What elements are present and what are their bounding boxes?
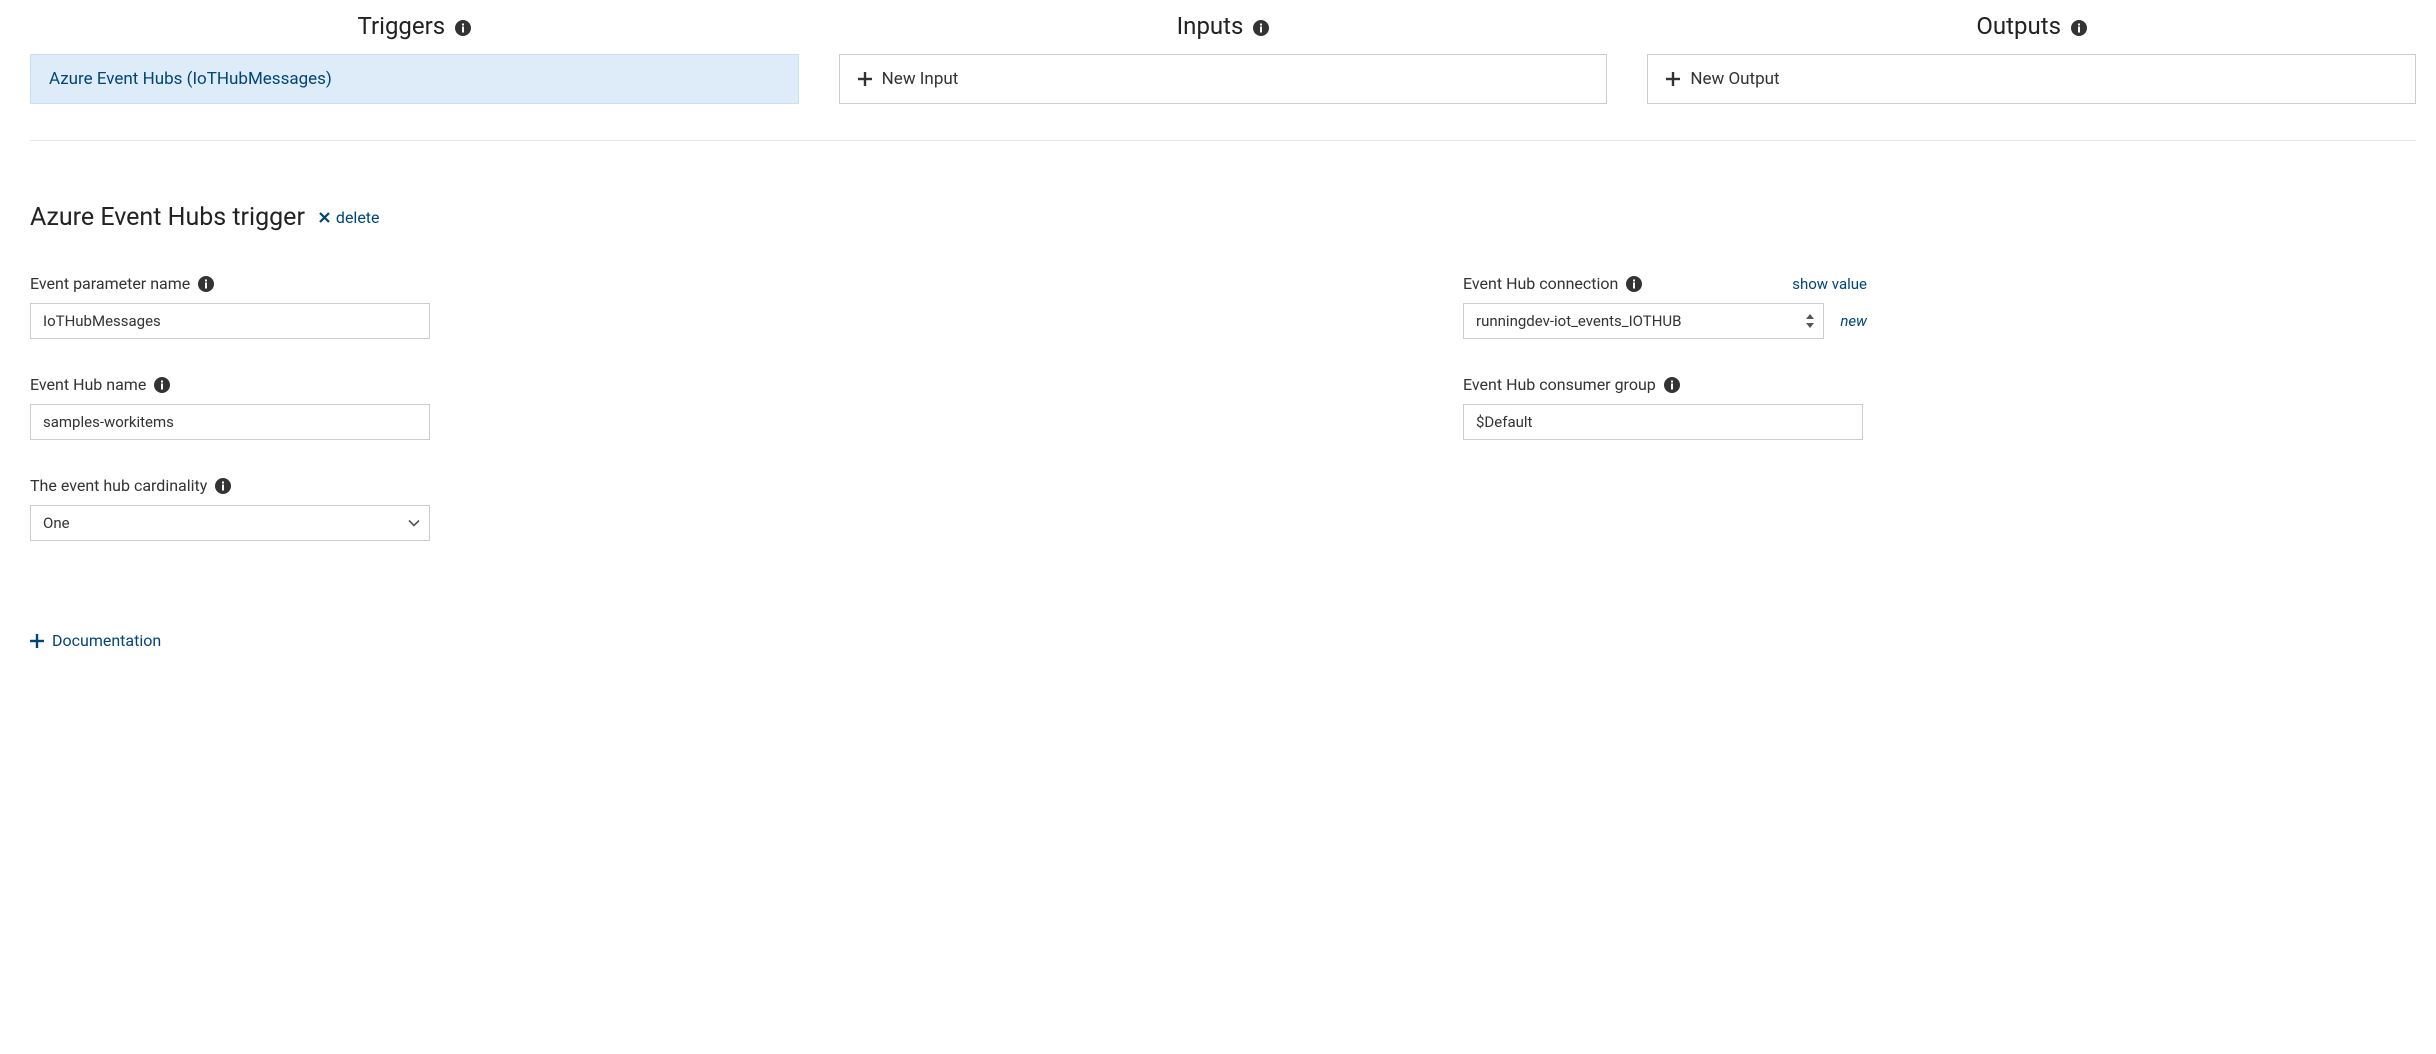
inputs-header: Inputs xyxy=(839,12,1608,40)
show-value-link[interactable]: show value xyxy=(1792,275,1867,293)
new-output-label: New Output xyxy=(1690,69,1779,89)
plus-icon xyxy=(858,72,872,86)
field-consumer-group: Event Hub consumer group xyxy=(1463,375,1863,440)
new-input-button[interactable]: New Input xyxy=(839,54,1608,104)
new-connection-link[interactable]: new xyxy=(1840,312,1867,330)
consumer-group-input[interactable] xyxy=(1463,404,1863,440)
detail-title-row: Azure Event Hubs trigger delete xyxy=(30,203,2416,232)
delete-label: delete xyxy=(336,208,380,227)
hub-name-label: Event Hub name xyxy=(30,375,170,394)
outputs-title: Outputs xyxy=(1976,12,2061,40)
new-input-label: New Input xyxy=(882,69,959,89)
param-name-label: Event parameter name xyxy=(30,274,214,293)
connection-select[interactable]: runningdev-iot_events_IOTHUB xyxy=(1463,303,1824,339)
field-connection: Event Hub connection show value runningd… xyxy=(1463,274,1867,339)
info-icon[interactable] xyxy=(1253,20,1269,36)
plus-icon xyxy=(30,634,44,648)
documentation-row: Documentation xyxy=(30,631,2416,672)
trigger-item-label: Azure Event Hubs (IoTHubMessages) xyxy=(49,69,332,89)
info-icon[interactable] xyxy=(215,478,231,494)
inputs-title: Inputs xyxy=(1177,12,1244,40)
plus-icon xyxy=(1666,72,1680,86)
consumer-group-label: Event Hub consumer group xyxy=(1463,375,1680,394)
field-cardinality: The event hub cardinality One xyxy=(30,476,430,541)
info-icon[interactable] xyxy=(455,20,471,36)
documentation-label: Documentation xyxy=(52,631,161,650)
detail-title: Azure Event Hubs trigger xyxy=(30,203,305,232)
field-param-name: Event parameter name xyxy=(30,274,430,339)
new-output-button[interactable]: New Output xyxy=(1647,54,2416,104)
documentation-toggle[interactable]: Documentation xyxy=(30,631,161,650)
inputs-column: Inputs New Input xyxy=(839,12,1608,104)
info-icon[interactable] xyxy=(1626,276,1642,292)
outputs-header: Outputs xyxy=(1647,12,2416,40)
connection-label: Event Hub connection xyxy=(1463,274,1642,293)
info-icon[interactable] xyxy=(154,377,170,393)
outputs-column: Outputs New Output xyxy=(1647,12,2416,104)
close-icon xyxy=(319,208,330,227)
trigger-item-eventhubs[interactable]: Azure Event Hubs (IoTHubMessages) xyxy=(30,54,799,104)
info-icon[interactable] xyxy=(1664,377,1680,393)
info-icon[interactable] xyxy=(198,276,214,292)
delete-button[interactable]: delete xyxy=(319,208,380,227)
cardinality-select[interactable]: One xyxy=(30,505,430,541)
triggers-header: Triggers xyxy=(30,12,799,40)
info-icon[interactable] xyxy=(2071,20,2087,36)
integrate-columns: Triggers Azure Event Hubs (IoTHubMessage… xyxy=(30,0,2416,141)
param-name-input[interactable] xyxy=(30,303,430,339)
cardinality-label: The event hub cardinality xyxy=(30,476,231,495)
trigger-detail: Azure Event Hubs trigger delete Event pa… xyxy=(30,141,2416,672)
field-hub-name: Event Hub name xyxy=(30,375,430,440)
hub-name-input[interactable] xyxy=(30,404,430,440)
triggers-title: Triggers xyxy=(358,12,446,40)
form-grid: Event parameter name Event Hub connectio… xyxy=(30,274,2416,541)
triggers-column: Triggers Azure Event Hubs (IoTHubMessage… xyxy=(30,12,799,104)
